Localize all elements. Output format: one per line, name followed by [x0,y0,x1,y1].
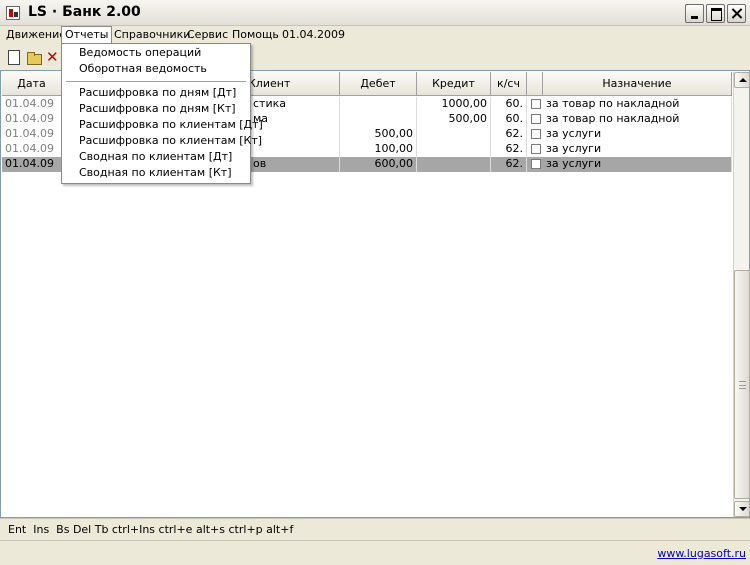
cell-credit [417,142,491,157]
cell-client: ма [250,112,340,127]
header-flag[interactable] [527,72,543,96]
cell-date: 01.04.09 [2,112,62,127]
menu-directories[interactable]: Справочники [111,26,193,44]
cell-account: 62. [491,142,527,157]
header-date[interactable]: Дата [2,72,62,96]
menu-date[interactable]: 01.04.2009 [279,26,348,44]
vertical-scrollbar[interactable] [733,72,750,517]
minimize-button[interactable] [685,4,704,23]
menu-movement[interactable]: Движение [3,26,69,44]
row-checkbox[interactable] [531,114,541,124]
cell-debit: 100,00 [340,142,417,157]
cell-credit [417,127,491,142]
close-button[interactable] [727,4,746,23]
menu-item-summary-credit[interactable]: Сводная по клиентам [Кт] [63,165,249,181]
cell-client [250,142,340,157]
cell-client: стика [250,97,340,112]
cell-date: 01.04.09 [2,127,62,142]
cell-debit [340,97,417,112]
website-link[interactable]: www.lugasoft.ru [657,547,746,560]
cell-credit [417,157,491,172]
cell-purpose: за услуги [543,142,732,157]
row-checkbox[interactable] [531,144,541,154]
hotkeys-bar: Ent Ins Bs Del Tb ctrl+Ins ctrl+e alt+s … [0,518,750,540]
status-bar: www.lugasoft.ru [0,540,750,565]
cell-account: 60. [491,112,527,127]
grip-icon [739,381,746,389]
title-bar[interactable]: LS · Банк 2.00 [0,0,750,26]
menu-item-days-debit[interactable]: Расшифровка по дням [Дт] [63,85,249,101]
row-checkbox[interactable] [531,99,541,109]
cell-account: 62. [491,127,527,142]
open-folder-icon[interactable] [26,49,42,65]
cell-client [250,127,340,142]
cell-date: 01.04.09 [2,142,62,157]
cell-purpose: за товар по накладной [543,97,732,112]
chevron-up-icon[interactable] [734,72,750,88]
cell-credit: 1000,00 [417,97,491,112]
menu-bar: Движение Отчеты Справочники Сервис Помощ… [0,26,750,44]
header-account[interactable]: к/сч [491,72,527,96]
menu-item-days-credit[interactable]: Расшифровка по дням [Кт] [63,101,249,117]
new-file-icon[interactable] [6,49,22,65]
maximize-button[interactable] [706,4,725,23]
cell-debit [340,112,417,127]
header-purpose[interactable]: Назначение [543,72,732,96]
row-checkbox[interactable] [531,159,541,169]
cell-debit: 500,00 [340,127,417,142]
scrollbar-thumb[interactable] [734,270,750,499]
menu-item-summary-debit[interactable]: Сводная по клиентам [Дт] [63,149,249,165]
row-checkbox[interactable] [531,129,541,139]
header-debit[interactable]: Дебет [340,72,417,96]
menu-item-operations-statement[interactable]: Ведомость операций [63,45,249,61]
window-title: LS · Банк 2.00 [28,4,141,20]
cell-purpose: за услуги [543,157,732,172]
app-window: LS · Банк 2.00 Движение Отчеты Справочни… [0,0,750,565]
cell-credit: 500,00 [417,112,491,127]
delete-icon[interactable]: ✕ [46,49,62,65]
menu-item-turnover-statement[interactable]: Оборотная ведомость [63,61,249,77]
cell-account: 60. [491,97,527,112]
cell-date: 01.04.09 [2,157,62,172]
cell-purpose: за услуги [543,127,732,142]
menu-help[interactable]: Помощь [229,26,282,44]
cell-client: ов [250,157,340,172]
cell-debit: 600,00 [340,157,417,172]
header-credit[interactable]: Кредит [417,72,491,96]
menu-separator [66,81,246,82]
app-logo-icon[interactable] [6,6,20,20]
cell-purpose: за товар по накладной [543,112,732,127]
reports-dropdown-menu: Ведомость операций Оборотная ведомость Р… [61,43,263,184]
cell-date: 01.04.09 [2,97,62,112]
menu-service[interactable]: Сервис [184,26,231,44]
menu-item-clients-credit[interactable]: Расшифровка по клиентам [Кт] [63,133,262,149]
menu-reports[interactable]: Отчеты [61,26,113,44]
chevron-down-icon[interactable] [734,501,750,517]
menu-item-clients-debit[interactable]: Расшифровка по клиентам [Дт] [63,117,263,133]
cell-account: 62. [491,157,527,172]
